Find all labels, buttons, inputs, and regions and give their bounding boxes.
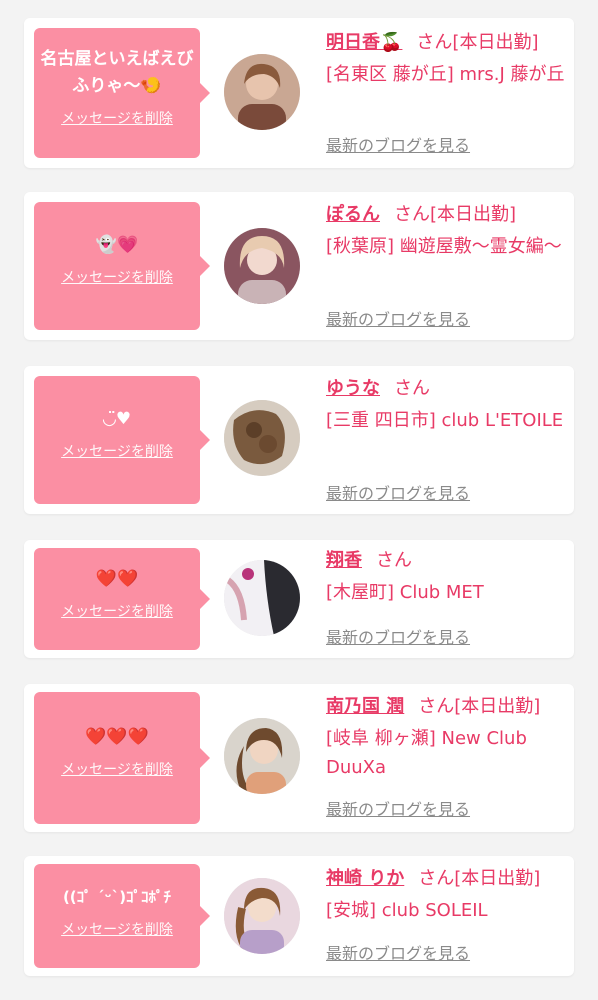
delete-message-link[interactable]: メッセージを削除 [34, 759, 200, 779]
message-bubble: 名古屋といえばえびふりゃ〜🍤 メッセージを削除 [34, 28, 210, 158]
message-bubble: ❤️❤️ メッセージを削除 [34, 548, 210, 650]
honorific: さん [416, 32, 453, 53]
status-badge: [本日出勤] [454, 696, 541, 717]
message-text: ◡̈♥︎ [102, 409, 132, 429]
avatar[interactable] [224, 228, 300, 304]
list-item: ❤️❤️ メッセージを削除 翔香 さん [木屋町] Club MET 最新のブログ… [24, 540, 574, 658]
delete-message-link[interactable]: メッセージを削除 [34, 919, 200, 939]
entry-info: 南乃国 潤さん[本日出勤] [岐阜 柳ヶ瀬] New Club DuuXa [326, 694, 566, 782]
message-text: ❤️❤️ [95, 569, 139, 589]
entry-info: ゆうな さん [三重 四日市] club L'ETOILE [326, 376, 566, 435]
entry-info: 神崎 りか さん[本日出勤] [安城] club SOLEIL [326, 866, 566, 925]
name-link[interactable]: 明日香🍒 [326, 32, 402, 53]
delete-message-link[interactable]: メッセージを削除 [34, 441, 200, 461]
shop-info: [木屋町] Club MET [326, 582, 484, 603]
blog-link[interactable]: 最新のブログを見る [326, 480, 470, 504]
blog-link[interactable]: 最新のブログを見る [326, 132, 470, 156]
delete-message-link[interactable]: メッセージを削除 [34, 601, 200, 621]
blog-link[interactable]: 最新のブログを見る [326, 306, 470, 330]
entry-info: 翔香 さん [木屋町] Club MET [326, 548, 566, 607]
list-item: ((ｺﾟ ´ᵕ`)ｺﾟｺﾎﾟﾁ メッセージを削除 神崎 りか さん[本日出勤] [… [24, 856, 574, 976]
name-link[interactable]: ゆうな [326, 378, 380, 399]
honorific: さん [418, 696, 455, 717]
honorific: さん [394, 378, 430, 399]
honorific: さん [376, 550, 412, 571]
status-badge: [本日出勤] [452, 32, 539, 53]
name-link[interactable]: 南乃国 潤 [326, 696, 404, 717]
delete-message-link[interactable]: メッセージを削除 [34, 267, 200, 287]
avatar[interactable] [224, 878, 300, 954]
blog-link[interactable]: 最新のブログを見る [326, 624, 470, 648]
list-item: ◡̈♥︎ メッセージを削除 ゆうな さん [三重 四日市] club L'ETOI… [24, 366, 574, 514]
entry-info: ぽるん さん[本日出勤] [秋葉原] 幽遊屋敷〜霊女編〜 [326, 202, 566, 261]
message-bubble: ◡̈♥︎ メッセージを削除 [34, 376, 210, 504]
honorific: さん [394, 204, 430, 225]
avatar[interactable] [224, 400, 300, 476]
avatar[interactable] [224, 718, 300, 794]
avatar[interactable] [224, 560, 300, 636]
blog-link[interactable]: 最新のブログを見る [326, 796, 470, 820]
shop-info: [岐阜 柳ヶ瀬] New Club DuuXa [326, 728, 527, 778]
delete-message-link[interactable]: メッセージを削除 [34, 108, 200, 128]
blog-link[interactable]: 最新のブログを見る [326, 940, 470, 964]
message-text: 名古屋といえばえびふりゃ〜🍤 [40, 49, 194, 96]
name-link[interactable]: 翔香 [326, 550, 362, 571]
name-link[interactable]: 神崎 りか [326, 868, 404, 889]
list-item: 👻💗 メッセージを削除 ぽるん さん[本日出勤] [秋葉原] 幽遊屋敷〜霊女編〜 … [24, 192, 574, 340]
message-bubble: ❤️❤️❤️ メッセージを削除 [34, 692, 210, 824]
entry-info: 明日香🍒 さん[本日出勤] [名東区 藤が丘] mrs.J 藤が丘 [326, 30, 566, 89]
status-badge: [本日出勤] [430, 204, 517, 225]
message-bubble: 👻💗 メッセージを削除 [34, 202, 210, 330]
message-text: ❤️❤️❤️ [85, 727, 149, 747]
shop-info: [名東区 藤が丘] mrs.J 藤が丘 [326, 64, 565, 85]
shop-info: [秋葉原] 幽遊屋敷〜霊女編〜 [326, 236, 562, 257]
message-bubble: ((ｺﾟ ´ᵕ`)ｺﾟｺﾎﾟﾁ メッセージを削除 [34, 864, 210, 968]
shop-info: [三重 四日市] club L'ETOILE [326, 410, 564, 431]
name-link[interactable]: ぽるん [326, 204, 380, 225]
status-badge: [本日出勤] [454, 868, 541, 889]
message-text: ((ｺﾟ ´ᵕ`)ｺﾟｺﾎﾟﾁ [62, 888, 172, 906]
shop-info: [安城] club SOLEIL [326, 900, 488, 921]
list-item: ❤️❤️❤️ メッセージを削除 南乃国 潤さん[本日出勤] [岐阜 柳ヶ瀬] N… [24, 684, 574, 832]
message-text: 👻💗 [95, 235, 139, 255]
message-list: 名古屋といえばえびふりゃ〜🍤 メッセージを削除 明日香🍒 さん[本日出勤] [名東… [0, 0, 598, 1000]
honorific: さん [418, 868, 455, 889]
list-item: 名古屋といえばえびふりゃ〜🍤 メッセージを削除 明日香🍒 さん[本日出勤] [名東… [24, 18, 574, 168]
avatar[interactable] [224, 54, 300, 130]
